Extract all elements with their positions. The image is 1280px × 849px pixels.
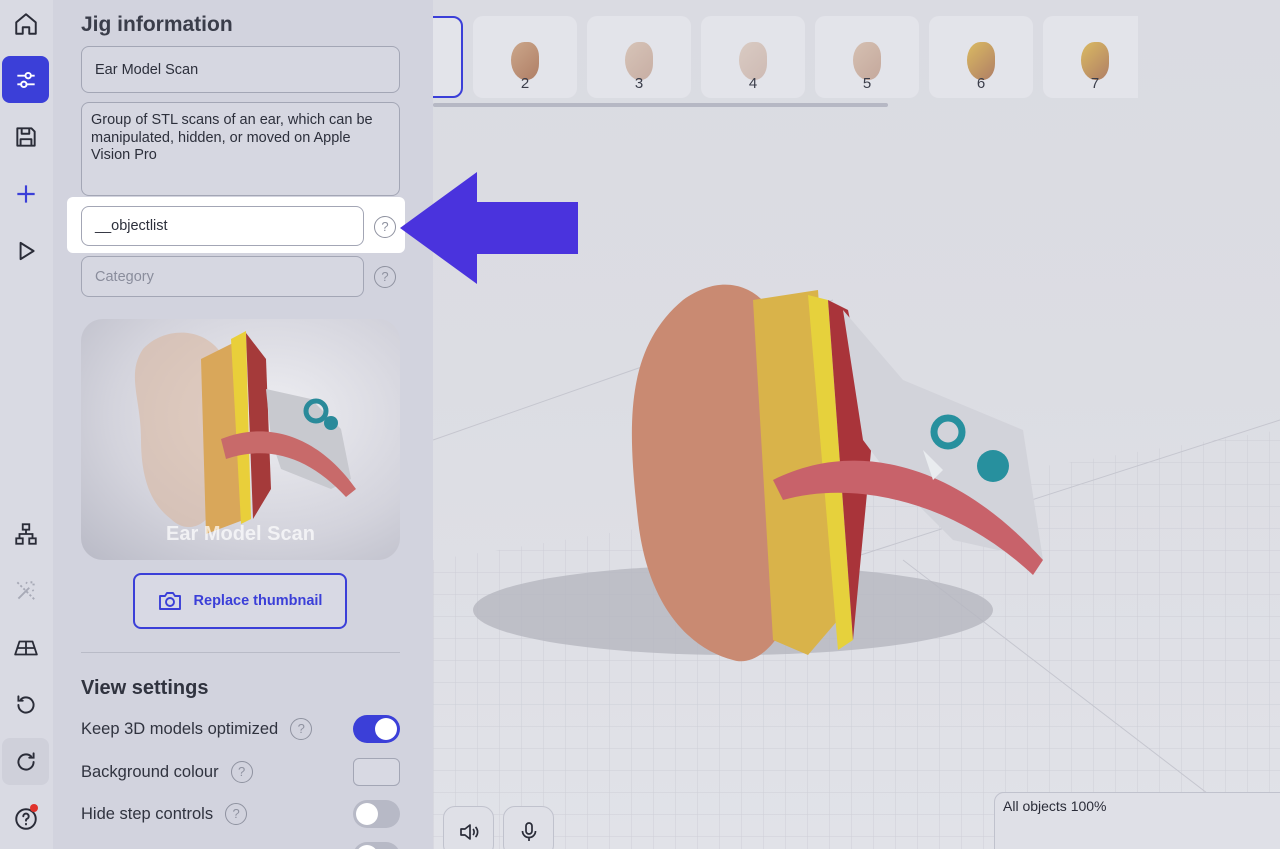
- step-number: 6: [976, 75, 986, 92]
- category-help-icon[interactable]: ?: [374, 266, 396, 288]
- play-button[interactable]: [2, 227, 49, 274]
- keep-optimized-help-icon[interactable]: ?: [290, 718, 313, 740]
- speaker-icon: [459, 823, 478, 840]
- save-icon: [15, 126, 36, 147]
- background-colour-setting: Background colour ?: [81, 761, 253, 783]
- play-icon: [19, 241, 35, 260]
- undo-button[interactable]: [2, 681, 49, 728]
- step-number: 3: [634, 75, 644, 92]
- jig-description-field[interactable]: Group of STL scans of an ear, which can …: [81, 102, 400, 196]
- step-card[interactable]: 3: [587, 16, 691, 98]
- keep-optimized-label: Keep 3D models optimized: [81, 719, 279, 738]
- step-strip: 2 3 4 5 6 7: [433, 14, 1138, 100]
- hierarchy-icon: [14, 522, 37, 545]
- step-card[interactable]: 2: [473, 16, 577, 98]
- step-card[interactable]: 6: [929, 16, 1033, 98]
- save-button[interactable]: [2, 113, 49, 160]
- hide-step-controls-label: Hide step controls: [81, 804, 214, 823]
- step-card[interactable]: 7: [1043, 16, 1138, 98]
- objects-status-box: All objects 100%: [994, 792, 1280, 849]
- object-list-tag-field[interactable]: __objectlist: [81, 206, 364, 246]
- highlighted-tag-field: __objectlist ?: [67, 197, 405, 253]
- audio-button[interactable]: [443, 806, 494, 849]
- step-card[interactable]: 5: [815, 16, 919, 98]
- help-button[interactable]: [2, 795, 49, 842]
- redo-button[interactable]: [2, 738, 49, 785]
- replace-thumbnail-label: Replace thumbnail: [193, 593, 323, 609]
- step-card[interactable]: 4: [701, 16, 805, 98]
- hide-step-controls-help-icon[interactable]: ?: [225, 803, 248, 825]
- tag-help-icon[interactable]: ?: [374, 216, 396, 238]
- sliders-icon: [16, 71, 35, 88]
- category-placeholder: Category: [95, 268, 154, 285]
- microphone-icon: [521, 821, 536, 841]
- toggle-knob: [356, 803, 378, 825]
- object-list-tag-value: __objectlist: [95, 218, 168, 234]
- step-card[interactable]: [433, 16, 463, 98]
- background-colour-help-icon[interactable]: ?: [230, 761, 253, 783]
- thumbnail-caption: Ear Model Scan: [166, 523, 315, 545]
- microphone-button[interactable]: [503, 806, 554, 849]
- toggle-knob: [356, 845, 378, 849]
- hide-step-controls-setting: Hide step controls ?: [81, 803, 248, 825]
- step-number: 5: [862, 75, 872, 92]
- keep-optimized-toggle[interactable]: [353, 715, 400, 743]
- jig-name-value: Ear Model Scan: [95, 61, 199, 78]
- background-colour-swatch[interactable]: [353, 758, 400, 786]
- step-number: 7: [1090, 75, 1100, 92]
- panel-title: Jig information: [81, 13, 233, 36]
- category-field[interactable]: Category: [81, 256, 364, 297]
- hierarchy-button[interactable]: [2, 510, 49, 557]
- pointer-arrow-icon: [400, 172, 578, 284]
- view-settings-title: View settings: [81, 677, 209, 699]
- magic-wand-icon: [16, 580, 35, 600]
- objects-status-text: All objects 100%: [1003, 798, 1107, 814]
- background-colour-label: Background colour: [81, 762, 219, 781]
- toggle-knob: [375, 718, 397, 740]
- effects-button[interactable]: [2, 567, 49, 614]
- hide-step-controls-toggle[interactable]: [353, 800, 400, 828]
- step-number: 2: [520, 75, 530, 92]
- section-divider: [81, 652, 400, 653]
- notification-dot: [30, 804, 38, 812]
- icon-rail: [0, 0, 53, 849]
- jig-settings-button[interactable]: [2, 56, 49, 103]
- jig-thumbnail: Ear Model Scan: [81, 319, 400, 560]
- keep-optimized-setting: Keep 3D models optimized ?: [81, 718, 313, 740]
- jig-info-panel: Jig information Ear Model Scan Group of …: [53, 0, 433, 849]
- home-button[interactable]: [2, 0, 49, 47]
- plus-icon: [16, 184, 35, 203]
- 3d-viewport[interactable]: 2 3 4 5 6 7 All objects 100%: [433, 0, 1280, 849]
- step-number: 4: [748, 75, 758, 92]
- jig-name-field[interactable]: Ear Model Scan: [81, 46, 400, 93]
- replace-thumbnail-button[interactable]: Replace thumbnail: [133, 573, 347, 629]
- next-setting-toggle[interactable]: [353, 842, 400, 849]
- redo-icon: [16, 751, 35, 771]
- jig-description-value: Group of STL scans of an ear, which can …: [91, 112, 373, 163]
- undo-icon: [16, 694, 35, 714]
- floor-button[interactable]: [2, 624, 49, 671]
- camera-icon: [158, 592, 181, 610]
- step-strip-scrollbar[interactable]: [433, 103, 888, 107]
- home-icon: [14, 12, 37, 35]
- floor-grid-icon: [13, 640, 38, 655]
- add-step-button[interactable]: [2, 170, 49, 217]
- ear-3d-model: [473, 284, 1043, 662]
